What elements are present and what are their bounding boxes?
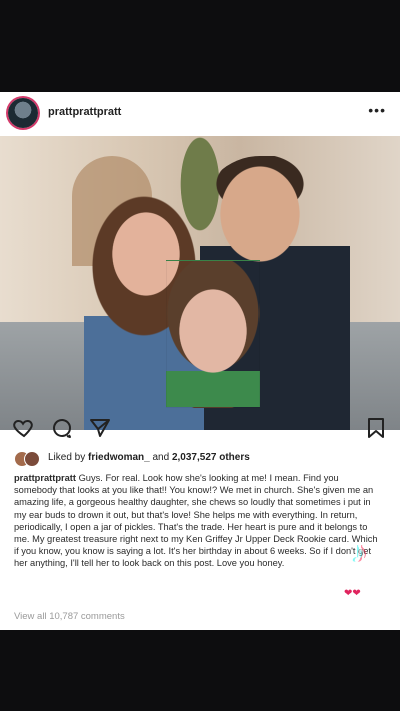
liker-avatar — [24, 451, 40, 467]
bookmark-icon[interactable] — [364, 416, 388, 440]
caption: prattprattpratt Guys. For real. Look how… — [14, 472, 384, 570]
view-all-comments-link[interactable]: View all 10,787 comments — [14, 611, 125, 622]
photo-kid-overlay — [166, 260, 260, 408]
liker-name[interactable]: friedwoman_ — [88, 452, 150, 463]
caption-username[interactable]: prattprattpratt — [14, 473, 76, 483]
caption-text: Guys. For real. Look how she's looking a… — [14, 473, 378, 569]
likes-text: Liked by friedwoman_ and 2,037,527 other… — [48, 452, 250, 463]
share-icon[interactable] — [88, 416, 112, 440]
likes-prefix: Liked by — [48, 452, 89, 463]
tiktok-watermark-icon: ♪ — [352, 536, 386, 576]
tiktok-glyph: ♪ — [352, 536, 367, 569]
likes-row[interactable]: Liked by friedwoman_ and 2,037,527 other… — [14, 450, 394, 468]
post-photo[interactable] — [0, 136, 400, 430]
comment-icon[interactable] — [50, 416, 74, 440]
liker-avatars — [14, 451, 42, 467]
hearts-overlay: ❤❤ — [344, 588, 361, 599]
username[interactable]: prattprattpratt — [48, 106, 121, 118]
action-bar — [0, 416, 400, 444]
likes-middle: and — [149, 452, 172, 463]
avatar[interactable] — [8, 98, 38, 128]
likes-count[interactable]: 2,037,527 others — [172, 452, 250, 463]
heart-icon[interactable] — [12, 416, 36, 440]
more-options-icon[interactable]: ••• — [368, 102, 386, 118]
instagram-post: prattprattpratt ••• Liked by friedwoman_… — [0, 92, 400, 630]
post-header: prattprattpratt ••• — [0, 92, 400, 134]
